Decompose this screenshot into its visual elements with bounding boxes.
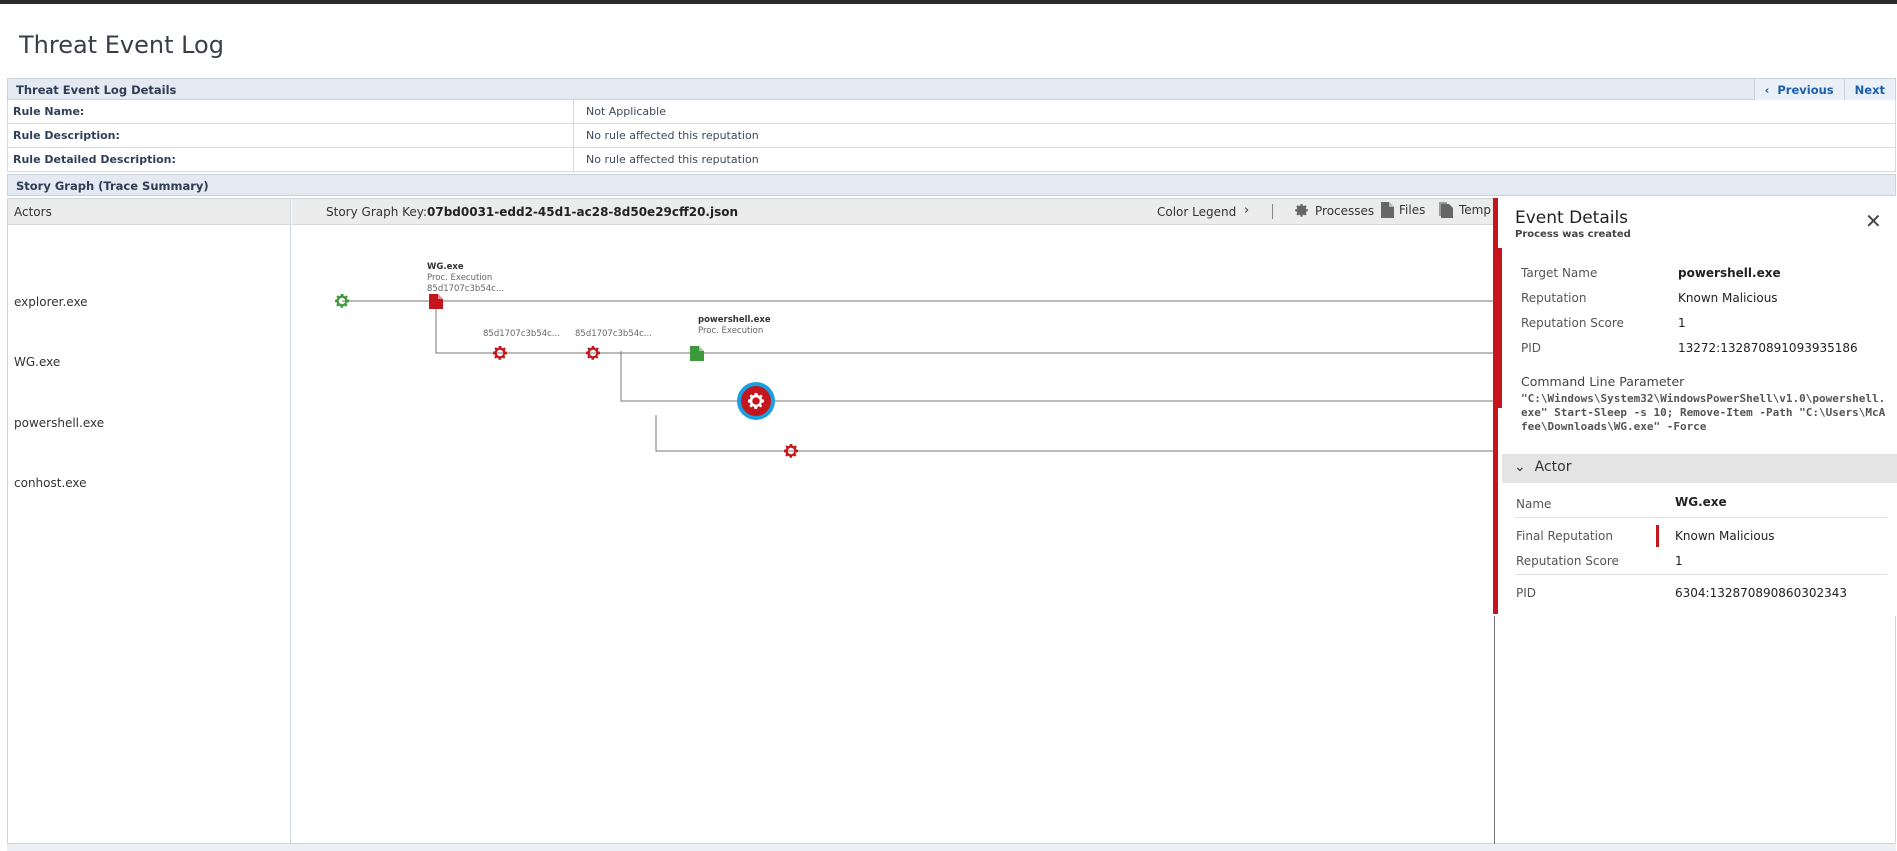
files-label: Files: [1399, 203, 1426, 217]
rule-name-row: Rule Name: Not Applicable: [7, 100, 1896, 124]
actor-conhost[interactable]: conhost.exe: [14, 476, 87, 490]
target-reputation-bar: [1498, 248, 1502, 408]
next-label: Next: [1854, 83, 1885, 97]
separator: [1515, 517, 1887, 518]
pid-label: PID: [1521, 341, 1542, 355]
previous-button[interactable]: ‹ Previous: [1753, 79, 1844, 100]
reputation-score-value: 1: [1678, 316, 1686, 330]
color-legend-button[interactable]: Color Legend: [1157, 205, 1236, 219]
rule-name-label: Rule Name:: [8, 100, 574, 123]
story-graph-section-header: Story Graph (Trace Summary): [7, 174, 1896, 196]
event-details-subtitle: Process was created: [1515, 229, 1631, 240]
command-line-value: "C:\Windows\System32\WindowsPowerShell\v…: [1521, 392, 1886, 433]
rule-name-value: Not Applicable: [586, 105, 666, 118]
powershell-node-title: powershell.exe: [698, 315, 771, 325]
actors-header: Actors: [8, 199, 290, 225]
wg-node-title: WG.exe: [427, 262, 464, 272]
final-reputation-label: Final Reputation: [1516, 529, 1613, 543]
powershell-file-node[interactable]: [690, 346, 704, 361]
wg-node-subtitle: Proc. Execution: [427, 273, 492, 283]
previous-label: Previous: [1777, 83, 1834, 97]
graph-key-value: 07bd0031-edd2-45d1-ac28-8d50e29cff20.jso…: [427, 205, 739, 219]
temp-filter[interactable]: Temp: [1439, 202, 1491, 218]
actor-reputation-score-value: 1: [1675, 554, 1683, 568]
graph-column: Story Graph Key: 07bd0031-edd2-45d1-ac28…: [292, 199, 1495, 845]
actor-reputation-score-label: Reputation Score: [1516, 554, 1619, 568]
rule-detailed-description-label: Rule Detailed Description:: [8, 148, 574, 171]
rule-description-row: Rule Description: No rule affected this …: [7, 124, 1896, 148]
final-reputation-value: Known Malicious: [1675, 529, 1775, 543]
story-graph-section-title: Story Graph (Trace Summary): [16, 179, 209, 193]
actor-name-label: Name: [1516, 497, 1552, 511]
hash-label-b: 85d1707c3b54c...: [575, 329, 652, 339]
horizontal-scrollbar[interactable]: [7, 844, 1896, 851]
next-button[interactable]: Next: [1843, 79, 1895, 100]
actors-column: Actors explorer.exe WG.exe powershell.ex…: [8, 199, 291, 845]
gear-icon: [1295, 203, 1308, 217]
actor-pid-value: 6304:132870890860302343: [1675, 586, 1848, 600]
hash-label-a: 85d1707c3b54c...: [483, 329, 560, 339]
actor-explorer[interactable]: explorer.exe: [14, 295, 88, 309]
command-line-label: Command Line Parameter: [1521, 374, 1685, 389]
page-title: Threat Event Log: [19, 31, 224, 59]
target-name-label: Target Name: [1521, 266, 1598, 280]
actor-section-toggle[interactable]: ⌄ Actor: [1502, 454, 1897, 483]
actor-pid-label: PID: [1516, 586, 1537, 600]
actor-name-value: WG.exe: [1675, 495, 1727, 509]
rule-detailed-description-value: No rule affected this reputation: [586, 153, 759, 166]
graph-edges: [342, 300, 1494, 452]
header-divider: [1272, 204, 1273, 219]
temp-file-icon: [1439, 202, 1453, 218]
edge-conhost-timeline: [655, 415, 1494, 452]
close-icon[interactable]: ✕: [1865, 211, 1882, 231]
files-filter[interactable]: Files: [1381, 202, 1425, 218]
details-section-header: Threat Event Log Details ‹ Previous Next: [7, 78, 1896, 100]
rule-detailed-description-row: Rule Detailed Description: No rule affec…: [7, 148, 1896, 172]
graph-key-label: Story Graph Key:: [326, 205, 428, 219]
powershell-process-node-selected[interactable]: [737, 382, 775, 420]
chevron-down-icon: ⌄: [1514, 459, 1526, 475]
pid-value: 13272:132870891093935186: [1678, 341, 1858, 355]
processes-label: Processes: [1315, 203, 1375, 218]
temp-label: Temp: [1459, 203, 1491, 217]
actor-section-title: Actor: [1534, 459, 1572, 475]
separator: [1515, 574, 1887, 575]
story-graph-canvas: WG.exe Proc. Execution 85d1707c3b54c... …: [335, 262, 1494, 458]
chevron-right-icon[interactable]: ›: [1244, 203, 1249, 218]
processes-filter[interactable]: Processes: [1293, 202, 1374, 219]
top-bar: [0, 0, 1897, 4]
wg-node-hash: 85d1707c3b54c...: [427, 284, 504, 294]
wg-file-node[interactable]: [429, 294, 443, 309]
reputation-value: Known Malicious: [1678, 291, 1778, 305]
pager: ‹ Previous Next: [1753, 79, 1895, 100]
target-name-value: powershell.exe: [1678, 266, 1781, 280]
reputation-label: Reputation: [1521, 291, 1587, 305]
file-icon: [1381, 202, 1394, 218]
event-details-panel: Event Details Process was created ✕ Targ…: [1493, 198, 1897, 616]
event-details-title: Event Details: [1515, 208, 1629, 228]
rule-description-value: No rule affected this reputation: [586, 129, 759, 142]
actor-powershell[interactable]: powershell.exe: [14, 416, 104, 430]
final-reputation-indicator: [1656, 525, 1659, 547]
rule-description-label: Rule Description:: [8, 124, 574, 147]
details-section-title: Threat Event Log Details: [16, 83, 177, 97]
actor-wg[interactable]: WG.exe: [14, 355, 60, 369]
powershell-node-subtitle: Proc. Execution: [698, 326, 763, 336]
chevron-left-icon: ‹: [1764, 83, 1770, 97]
reputation-score-label: Reputation Score: [1521, 316, 1624, 330]
graph-header: Story Graph Key: 07bd0031-edd2-45d1-ac28…: [292, 199, 1494, 225]
